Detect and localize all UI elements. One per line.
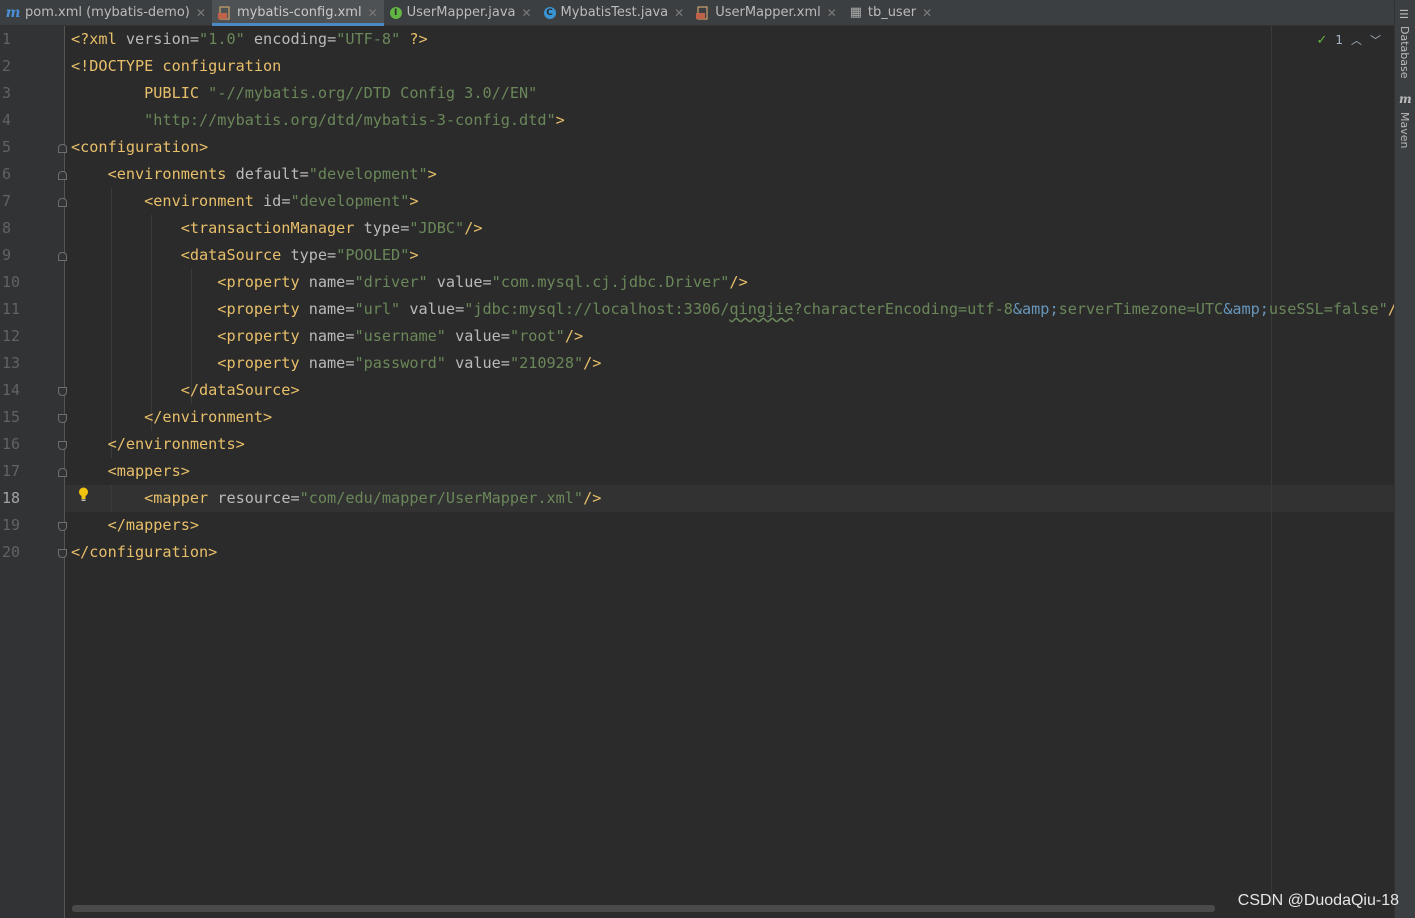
database-icon: ☰ bbox=[1399, 9, 1409, 21]
line-number: 19 bbox=[2, 516, 21, 534]
close-icon[interactable]: ✕ bbox=[368, 6, 378, 20]
code-line-11: <property name="url" value="jdbc:mysql:/… bbox=[71, 300, 1394, 318]
chevron-up-icon[interactable]: ︿ bbox=[1351, 32, 1362, 48]
horizontal-scrollbar[interactable] bbox=[72, 905, 1215, 912]
line-number: 9 bbox=[2, 246, 12, 264]
line-number-current: 18 bbox=[2, 489, 21, 507]
line-number: 5 bbox=[2, 138, 12, 156]
lightbulb-icon[interactable] bbox=[78, 487, 89, 502]
fold-icon[interactable] bbox=[58, 522, 67, 531]
xml-file-icon bbox=[217, 5, 232, 20]
check-icon: ✓ bbox=[1316, 32, 1328, 48]
maven-tool-button[interactable]: Maven bbox=[1398, 112, 1411, 148]
tab-label: pom.xml (mybatis-demo) bbox=[25, 5, 190, 20]
code-line-16: </environments> bbox=[71, 435, 245, 453]
tab-label: mybatis-config.xml bbox=[236, 5, 362, 20]
close-icon[interactable]: ✕ bbox=[521, 6, 531, 20]
close-icon[interactable]: ✕ bbox=[196, 6, 206, 20]
code-line-3: PUBLIC "-//mybatis.org//DTD Config 3.0//… bbox=[71, 84, 538, 102]
code-content[interactable]: <?xml version="1.0" encoding="UTF-8" ?> … bbox=[71, 26, 1394, 566]
fold-icon[interactable] bbox=[58, 441, 67, 450]
line-number: 6 bbox=[2, 165, 12, 183]
line-number: 1 bbox=[2, 30, 12, 48]
tab-mybatis-config-xml[interactable]: mybatis-config.xml ✕ bbox=[211, 0, 384, 26]
code-line-19: </mappers> bbox=[71, 516, 200, 534]
inspection-count: 1 bbox=[1335, 33, 1343, 47]
close-icon[interactable]: ✕ bbox=[674, 6, 684, 20]
fold-icon[interactable] bbox=[58, 468, 67, 477]
watermark: CSDN @DuodaQiu-18 bbox=[1237, 892, 1399, 909]
line-number: 4 bbox=[2, 111, 12, 129]
line-number: 16 bbox=[2, 435, 21, 453]
class-icon: C bbox=[543, 6, 556, 19]
line-number: 12 bbox=[2, 327, 21, 345]
code-line-10: <property name="driver" value="com.mysql… bbox=[71, 273, 748, 291]
table-icon: ▦ bbox=[849, 5, 862, 20]
code-line-8: <transactionManager type="JDBC"/> bbox=[71, 219, 483, 237]
fold-icon[interactable] bbox=[58, 549, 67, 558]
close-icon[interactable]: ✕ bbox=[922, 6, 932, 20]
code-line-2: <!DOCTYPE configuration bbox=[71, 57, 282, 75]
line-number: 14 bbox=[2, 381, 21, 399]
tab-label: tb_user bbox=[867, 5, 917, 20]
code-line-4: "http://mybatis.org/dtd/mybatis-3-config… bbox=[144, 111, 565, 129]
maven-icon: m bbox=[1399, 92, 1412, 106]
tab-usermapper-java[interactable]: I UserMapper.java ✕ bbox=[384, 0, 538, 25]
tab-label: UserMapper.xml bbox=[715, 5, 821, 20]
code-line-1: <?xml version="1.0" encoding="UTF-8" ?> bbox=[71, 30, 428, 48]
code-line-14: </dataSource> bbox=[71, 381, 300, 399]
line-number: 17 bbox=[2, 462, 21, 480]
fold-icon[interactable] bbox=[58, 171, 67, 180]
interface-icon: I bbox=[389, 6, 402, 19]
code-line-17: <mappers> bbox=[71, 462, 190, 480]
right-tool-strip: ☰ Database m Maven bbox=[1394, 0, 1415, 918]
line-number: 8 bbox=[2, 219, 12, 237]
tab-usermapper-xml[interactable]: UserMapper.xml ✕ bbox=[690, 0, 843, 25]
code-line-15: </environment> bbox=[71, 408, 273, 426]
database-tool-button[interactable]: Database bbox=[1398, 26, 1411, 79]
tab-label: MybatisTest.java bbox=[560, 5, 669, 20]
code-line-18: <mapper resource="com/edu/mapper/UserMap… bbox=[71, 489, 602, 507]
code-line-13: <property name="password" value="210928"… bbox=[71, 354, 602, 372]
tab-mybatistest-java[interactable]: C MybatisTest.java ✕ bbox=[538, 0, 691, 25]
code-line-20: </configuration> bbox=[71, 543, 218, 561]
fold-icon[interactable] bbox=[58, 198, 67, 207]
code-editor[interactable]: <?xml version="1.0" encoding="UTF-8" ?> … bbox=[65, 26, 1394, 906]
code-line-9: <dataSource type="POOLED"> bbox=[71, 246, 419, 264]
line-number: 7 bbox=[2, 192, 12, 210]
inspection-widget[interactable]: ✓ 1 ︿ ﹀ bbox=[1316, 32, 1381, 48]
line-number: 11 bbox=[2, 300, 21, 318]
line-number: 13 bbox=[2, 354, 21, 372]
line-number: 2 bbox=[2, 57, 12, 75]
code-line-5: <configuration> bbox=[71, 138, 209, 156]
editor-tab-bar: m pom.xml (mybatis-demo) ✕ mybatis-confi… bbox=[0, 0, 1394, 26]
line-number: 3 bbox=[2, 84, 12, 102]
code-line-6: <environments default="development"> bbox=[71, 165, 437, 183]
maven-icon: m bbox=[5, 4, 21, 21]
code-line-7: <environment id="development"> bbox=[71, 192, 419, 210]
line-number: 15 bbox=[2, 408, 21, 426]
fold-icon[interactable] bbox=[58, 252, 67, 261]
xml-file-icon bbox=[696, 5, 710, 20]
line-number: 20 bbox=[2, 543, 21, 561]
fold-icon[interactable] bbox=[58, 387, 67, 396]
chevron-down-icon[interactable]: ﹀ bbox=[1370, 32, 1381, 48]
code-line-12: <property name="username" value="root"/> bbox=[71, 327, 584, 345]
tab-label: UserMapper.java bbox=[406, 5, 516, 20]
fold-icon[interactable] bbox=[58, 144, 67, 153]
tab-pom-xml[interactable]: m pom.xml (mybatis-demo) ✕ bbox=[0, 0, 212, 25]
tab-tb-user[interactable]: ▦ tb_user ✕ bbox=[843, 0, 938, 25]
close-icon[interactable]: ✕ bbox=[827, 6, 837, 20]
fold-icon[interactable] bbox=[58, 414, 67, 423]
line-number: 10 bbox=[2, 273, 21, 291]
